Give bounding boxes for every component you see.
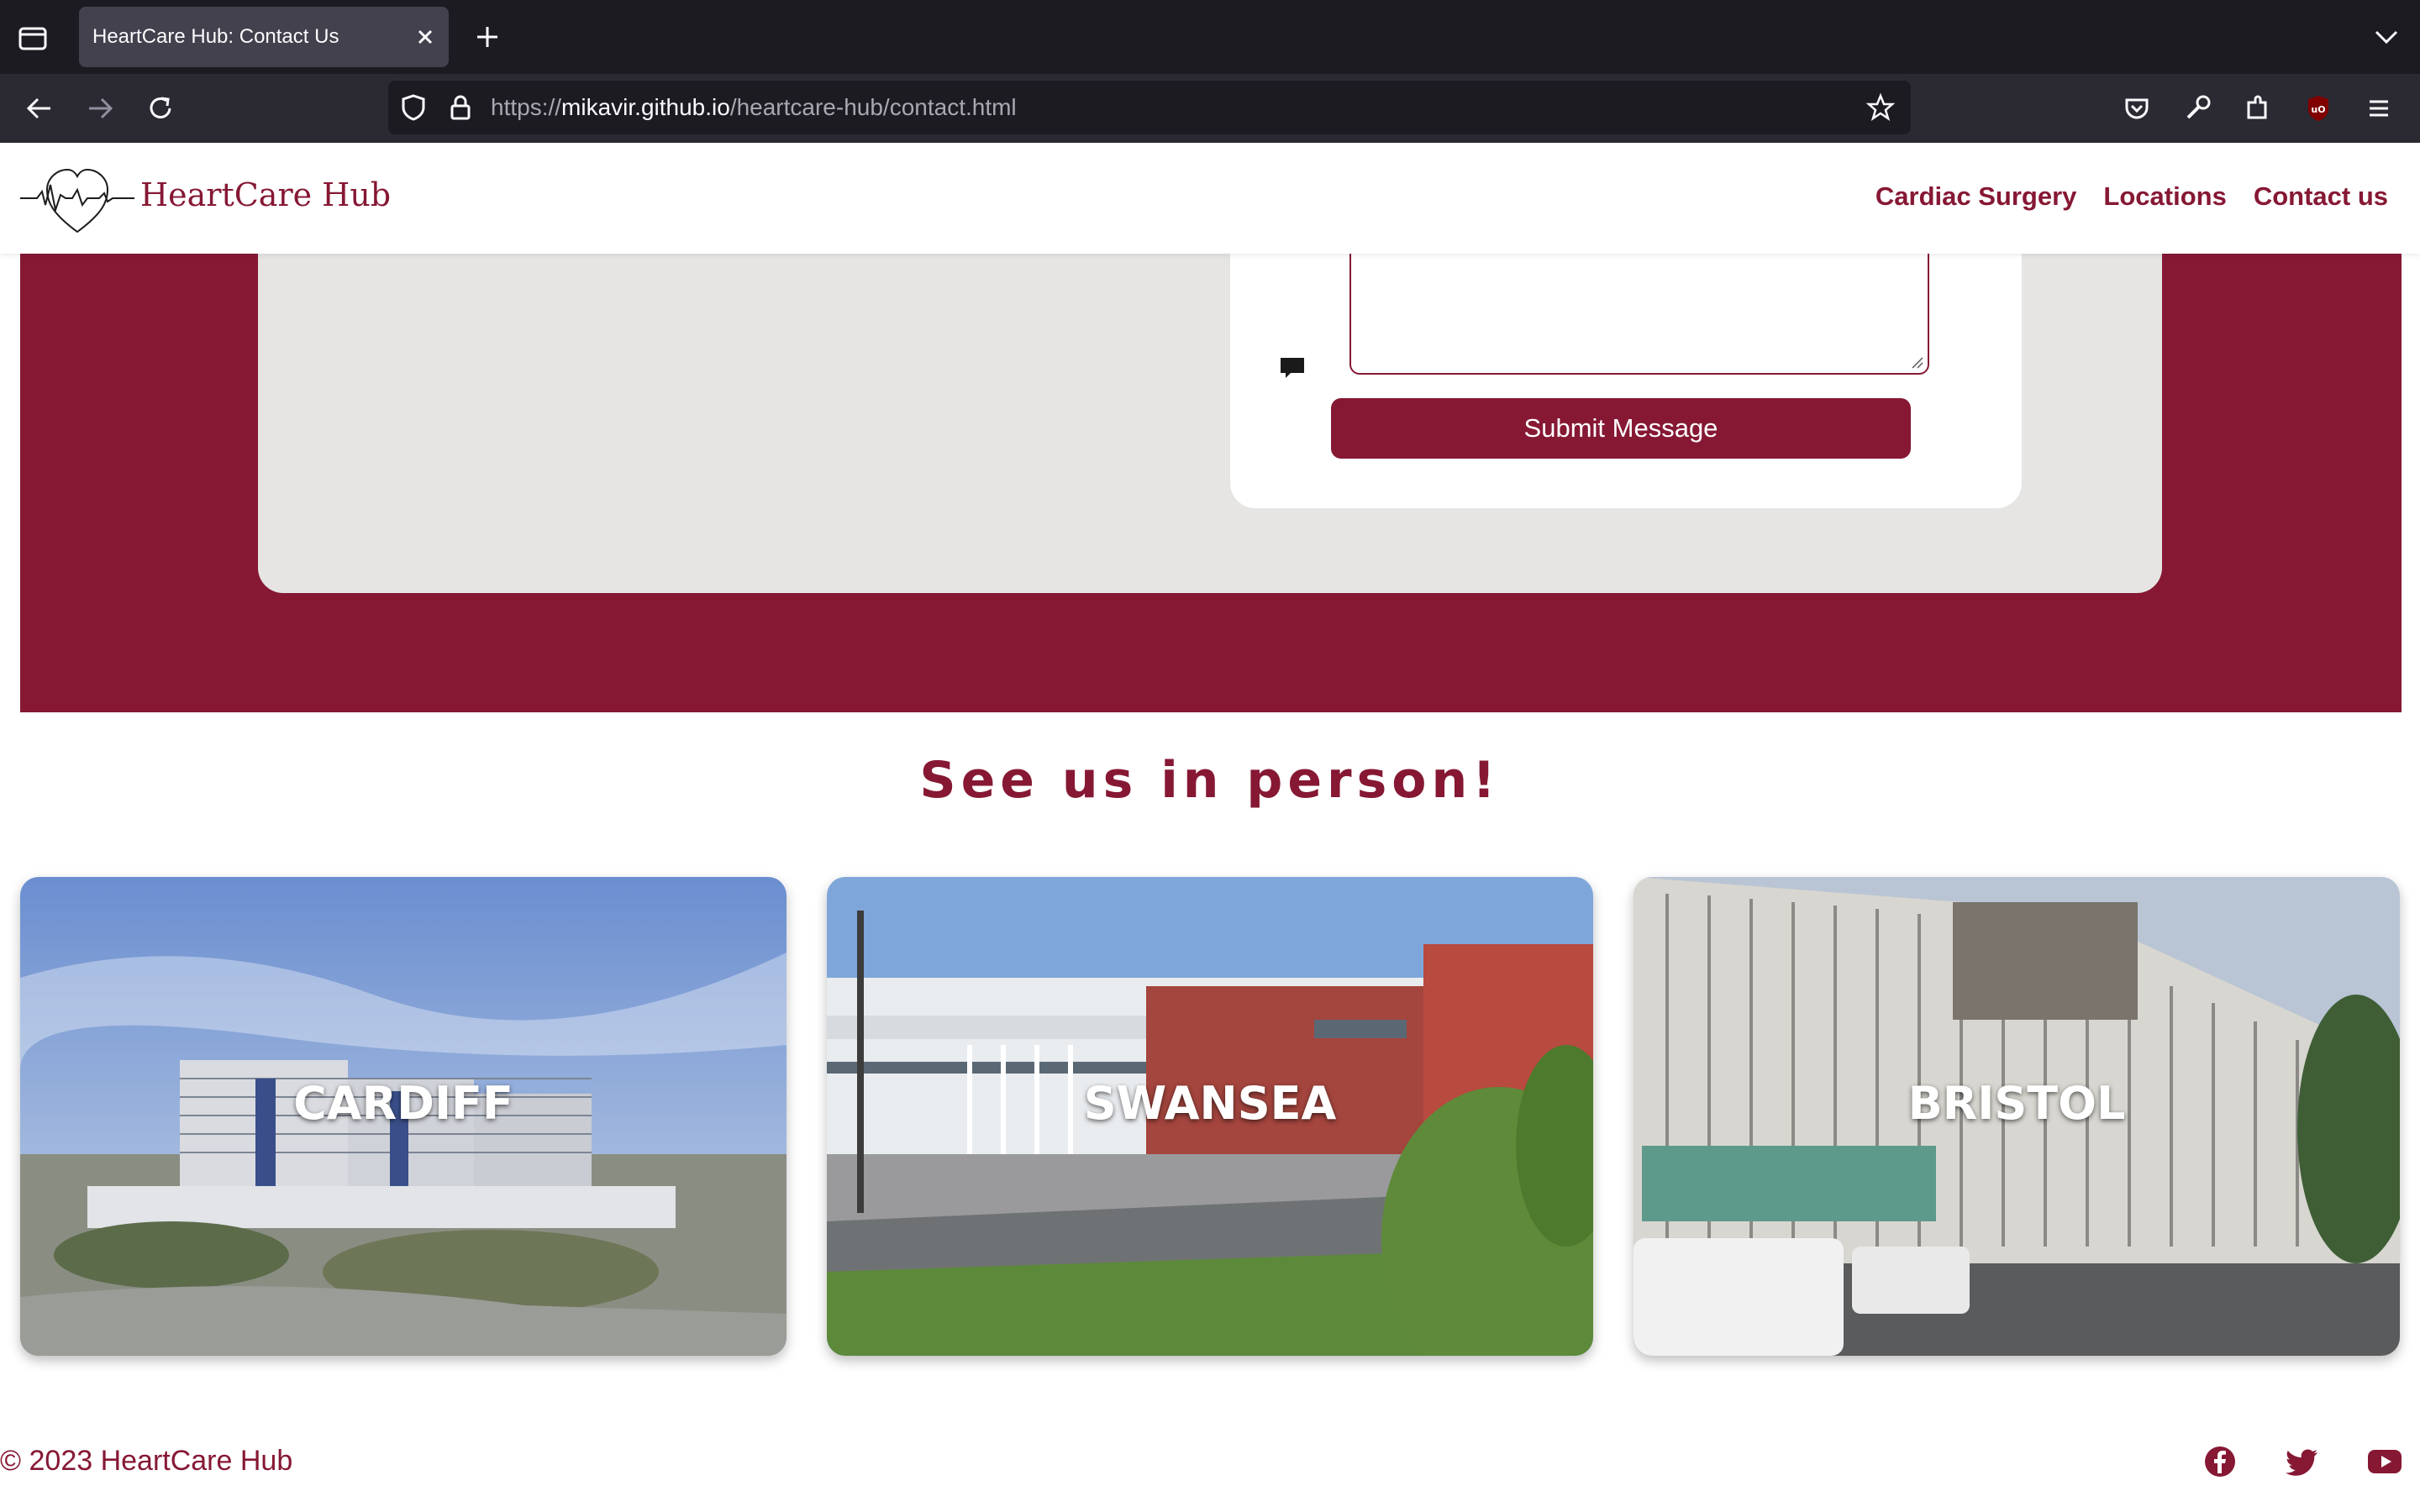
wrench-icon[interactable] <box>2178 89 2217 128</box>
twitter-icon[interactable] <box>2284 1443 2321 1480</box>
url-scheme: https:// <box>491 94 562 120</box>
nav-cardiac-surgery[interactable]: Cardiac Surgery <box>1876 181 2077 212</box>
extensions-icon[interactable] <box>2238 89 2277 128</box>
lock-icon[interactable] <box>444 91 477 124</box>
bookmark-star-icon[interactable] <box>1864 91 1897 124</box>
url-text[interactable]: https://mikavir.github.io/heartcare-hub/… <box>491 94 1017 121</box>
facebook-icon[interactable] <box>2202 1443 2238 1480</box>
copyright-text: © 2023 HeartCare Hub <box>0 1445 293 1477</box>
url-host: mikavir.github.io <box>561 94 730 120</box>
url-path: /heartcare-hub/contact.html <box>729 94 1017 120</box>
message-textarea[interactable] <box>1349 245 1929 375</box>
menu-icon[interactable] <box>2360 89 2398 128</box>
pocket-icon[interactable] <box>2118 89 2156 128</box>
youtube-icon[interactable] <box>2366 1443 2403 1480</box>
forward-icon[interactable] <box>81 89 119 128</box>
comment-icon <box>1281 358 1304 378</box>
brand-name[interactable]: HeartCare Hub <box>140 176 391 213</box>
new-tab-icon[interactable] <box>471 20 504 54</box>
svg-text:uO: uO <box>2311 104 2325 115</box>
back-icon[interactable] <box>20 89 59 128</box>
location-card-swansea[interactable]: SWANSEA <box>827 877 1593 1356</box>
nav-contact-us[interactable]: Contact us <box>2254 181 2388 212</box>
location-label-cardiff: CARDIFF <box>293 1077 513 1130</box>
site-header: HeartCare Hub Cardiac Surgery Locations … <box>0 143 2420 254</box>
contact-form: Submit Message <box>1230 245 2022 508</box>
location-label-swansea: SWANSEA <box>1083 1077 1337 1130</box>
browser-tab-bar: HeartCare Hub: Contact Us <box>0 0 2420 74</box>
tab-title: HeartCare Hub: Contact Us <box>92 25 339 48</box>
main-nav: Cardiac Surgery Locations Contact us <box>1876 181 2388 212</box>
location-card-bristol[interactable]: BRISTOL <box>1634 877 2400 1356</box>
location-card-cardiff[interactable]: CARDIFF <box>20 877 786 1356</box>
browser-toolbar: https://mikavir.github.io/heartcare-hub/… <box>0 74 2420 143</box>
shield-icon[interactable] <box>397 91 430 124</box>
url-bar[interactable]: https://mikavir.github.io/heartcare-hub/… <box>388 81 1911 134</box>
locations-heading: See us in person! <box>919 751 1501 810</box>
tab-list-icon[interactable] <box>15 20 50 55</box>
reload-icon[interactable] <box>141 89 180 128</box>
active-tab[interactable]: HeartCare Hub: Contact Us <box>79 7 449 67</box>
resize-handle-icon[interactable] <box>1907 353 1924 370</box>
close-tab-icon[interactable] <box>408 20 442 54</box>
heart-pulse-logo-icon[interactable] <box>18 161 136 235</box>
nav-locations[interactable]: Locations <box>2103 181 2226 212</box>
contact-panel: Submit Message <box>258 245 2162 593</box>
location-label-bristol: BRISTOL <box>1907 1077 2126 1130</box>
chevron-down-icon[interactable] <box>2370 20 2403 54</box>
ublock-icon[interactable]: uO <box>2299 89 2338 128</box>
submit-message-button[interactable]: Submit Message <box>1331 398 1911 459</box>
contact-section: Submit Message <box>20 245 2402 712</box>
